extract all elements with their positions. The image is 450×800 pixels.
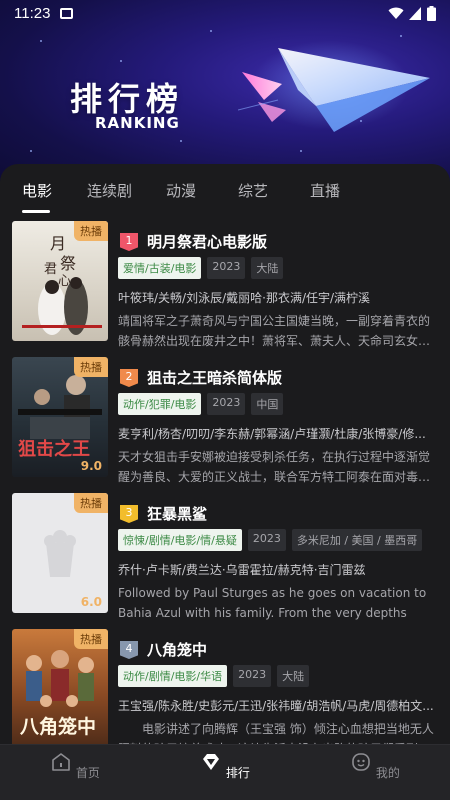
movie-description: 电影讲述了向腾辉（王宝强 饰）倾注心血想把当地无人照料的孩子培养成才，这让生活本…: [118, 722, 434, 744]
tag-row: 爱情/古装/电影 2023 大陆: [118, 257, 284, 279]
nav-home-label: 首页: [75, 766, 100, 780]
genre-tag: 爱情/古装/电影: [118, 257, 202, 279]
movie-poster[interactable]: 热播 6.0: [12, 493, 108, 613]
cast-list: 王宝强/陈永胜/史彭元/王迅/张祎曈/胡浩帆/马虎/周德柏文...: [118, 699, 434, 713]
rank-badge: 4: [120, 641, 138, 659]
movie-description: 靖国将军之子萧奇风与宁国公主国婕当晚，一副穿着青衣的骸骨赫然出现在废井之中！萧将…: [118, 314, 431, 348]
movie-title[interactable]: 狙击之王暗杀简体版: [147, 367, 282, 388]
movie-poster[interactable]: 月 祭 君 心 热播: [12, 221, 108, 341]
cast-list: 乔什·卢卡斯/费兰达·乌雷霍拉/赫克特·吉门雷兹: [118, 563, 366, 577]
tab-variety[interactable]: 综艺: [238, 180, 268, 201]
paper-plane-icon: [238, 48, 430, 132]
movie-poster[interactable]: 狙击之王 热播 9.0: [12, 357, 108, 477]
bottom-navigation: 首页 排行 我的: [0, 744, 450, 800]
hot-badge: 热播: [74, 493, 108, 513]
list-item[interactable]: 月 祭 君 心 热播 1 明月祭君心电影版 爱情/古装/电影 2023 大陆 叶…: [0, 221, 450, 348]
rank-badge: 1: [120, 233, 138, 251]
nav-ranking-label: 排行: [225, 766, 250, 780]
rank-badge: 3: [120, 505, 138, 523]
ranking-banner: 排行榜 RANKING: [0, 0, 450, 190]
rank-badge: 2: [120, 369, 138, 387]
region-tag: 大陆: [277, 665, 310, 687]
svg-text:月: 月: [50, 234, 66, 253]
tab-live[interactable]: 直播: [310, 180, 340, 201]
movie-poster[interactable]: 八角笼中 热播: [12, 629, 108, 744]
hot-badge: 热播: [74, 357, 108, 377]
region-tag: 大陆: [251, 257, 284, 279]
year-tag: 2023: [207, 257, 246, 279]
cast-list: 叶筱玮/关畅/刘泳辰/戴丽哈·那衣满/任宇/满柠溪: [118, 291, 371, 305]
region-tag: 多米尼加 / 美国 / 墨西哥: [291, 529, 423, 551]
list-item[interactable]: 热播 6.0 3 狂暴黑鲨 惊悚/剧情/电影/情/悬疑 2023 多米尼加 / …: [0, 493, 450, 620]
svg-text:八角笼中: 八角笼中: [20, 715, 96, 738]
nav-home[interactable]: 首页: [35, 751, 115, 781]
tag-row: 动作/犯罪/电影 2023 中国: [118, 393, 284, 415]
rating-score: 6.0: [80, 595, 102, 609]
hot-badge: 热播: [74, 629, 108, 649]
tag-row: 惊悚/剧情/电影/情/悬疑 2023 多米尼加 / 美国 / 墨西哥: [118, 529, 423, 551]
movie-description: 天才女狙击手安娜被迫接受刺杀任务，在执行过程中逐渐觉醒为善良、大爱的正义战士，联…: [118, 450, 431, 484]
home-icon: [52, 753, 70, 771]
movie-title[interactable]: 八角笼中: [147, 639, 207, 660]
signal-icon: [409, 6, 421, 20]
app-screen: 排行榜 RANKING 11:23 电影 连续剧 动漫 综艺 直播 月 祭 君 …: [0, 0, 450, 800]
rating-score: 9.0: [80, 459, 102, 473]
cast-list: 麦亨利/杨杏/叨叨/李东赫/郭幂涵/卢瑾灏/杜康/张博豪/修...: [118, 427, 426, 441]
genre-tag: 动作/犯罪/电影: [118, 393, 202, 415]
year-tag: 2023: [233, 665, 272, 687]
region-tag: 中国: [251, 393, 284, 415]
tab-series[interactable]: 连续剧: [87, 180, 132, 201]
movie-title[interactable]: 狂暴黑鲨: [147, 503, 207, 524]
wifi-icon: [388, 7, 404, 19]
list-item[interactable]: 狙击之王 热播 9.0 2 狙击之王暗杀简体版 动作/犯罪/电影 2023 中国…: [0, 357, 450, 484]
ranking-panel: 电影 连续剧 动漫 综艺 直播 月 祭 君 心 热播 1 明月祭君心电影版 爱情…: [0, 164, 450, 744]
svg-text:君: 君: [44, 262, 57, 277]
genre-tag: 惊悚/剧情/电影/情/悬疑: [118, 529, 242, 551]
movie-description: Followed by Paul Sturges as he goes on v…: [118, 586, 427, 620]
category-tabs: 电影 连续剧 动漫 综艺 直播: [0, 164, 450, 216]
nav-profile-label: 我的: [375, 766, 400, 780]
tab-anime[interactable]: 动漫: [166, 180, 196, 201]
nav-profile[interactable]: 我的: [335, 751, 415, 781]
year-tag: 2023: [207, 393, 246, 415]
gallery-notification-icon: [60, 7, 74, 19]
status-time: 11:23: [14, 4, 51, 22]
profile-icon: [352, 753, 370, 771]
status-icons: [388, 5, 436, 21]
svg-text:祭: 祭: [60, 254, 76, 273]
year-tag: 2023: [247, 529, 286, 551]
nav-ranking[interactable]: 排行: [185, 751, 265, 781]
hot-badge: 热播: [74, 221, 108, 241]
list-item[interactable]: 八角笼中 热播 4 八角笼中 动作/剧情/电影/华语 2023 大陆 王宝强/陈…: [0, 629, 450, 744]
genre-tag: 动作/剧情/电影/华语: [118, 665, 228, 687]
svg-text:狙击之王: 狙击之王: [18, 438, 90, 460]
tag-row: 动作/剧情/电影/华语 2023 大陆: [118, 665, 310, 687]
ranking-icon: [203, 754, 220, 770]
battery-icon: [427, 5, 436, 21]
tab-movie[interactable]: 电影: [22, 180, 52, 201]
active-tab-indicator: [22, 210, 50, 213]
movie-title[interactable]: 明月祭君心电影版: [147, 231, 267, 252]
banner-subtitle: RANKING: [95, 114, 180, 132]
status-bar: 11:23: [0, 0, 450, 26]
